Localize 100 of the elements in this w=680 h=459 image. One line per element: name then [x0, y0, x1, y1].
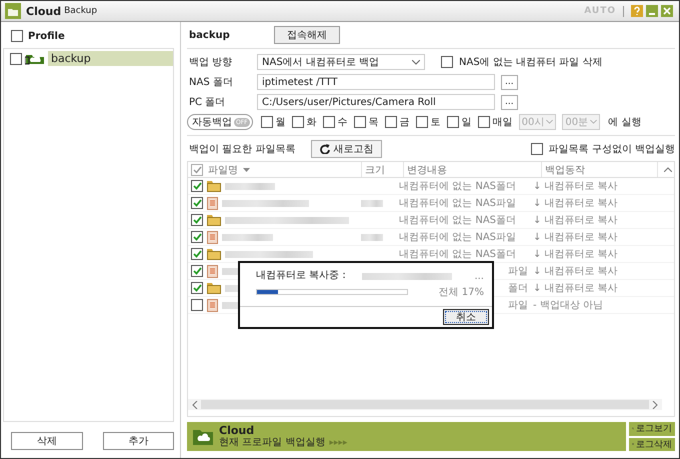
profile-header: Profile — [28, 30, 65, 42]
checkbox[interactable] — [292, 116, 304, 128]
app-subtitle: Backup — [64, 6, 98, 16]
cancel-button[interactable]: 취소 — [443, 309, 489, 325]
close-icon[interactable] — [661, 5, 673, 17]
field-label: 백업 방향 — [188, 56, 234, 69]
action-cell-text: ↓ 내컴퓨터로 복사 — [533, 248, 618, 261]
scroll-up-icon[interactable] — [664, 167, 672, 172]
refresh-icon — [320, 144, 330, 154]
profile-name: backup — [189, 30, 230, 40]
image-file-icon — [207, 196, 218, 210]
chevron-down-icon — [590, 120, 598, 124]
checkbox[interactable] — [11, 30, 23, 42]
redacted-text — [361, 234, 383, 240]
auto-mode-label: AUTO — [584, 6, 616, 16]
nas-folder-field[interactable]: iptimetest /TTT — [257, 74, 495, 90]
copy-status-label: 내컴퓨터로 복사중 : — [256, 270, 346, 282]
action-cell-text: ↓ 내컴퓨터로 복사 — [533, 282, 618, 295]
folder-cloud-icon — [193, 428, 213, 444]
add-button[interactable]: 추가 — [102, 432, 174, 450]
checkbox[interactable] — [191, 164, 203, 176]
action-cell-text: ↓ 내컴퓨터로 복사 — [533, 180, 618, 193]
day-label: 금 — [400, 116, 410, 129]
browse-button[interactable]: ... — [501, 74, 518, 90]
log-delete-button[interactable]: 로그삭제 — [629, 438, 675, 451]
refresh-button[interactable]: 새로고침 — [311, 140, 382, 158]
ellipsis-text: ... — [474, 270, 484, 282]
disconnect-button[interactable]: 접속해제 — [274, 26, 340, 44]
checkbox[interactable] — [478, 116, 490, 128]
sort-icon — [243, 168, 250, 172]
image-file-icon — [207, 230, 218, 244]
checkbox[interactable] — [416, 116, 428, 128]
change-cell-text: 내컴퓨터에 없는 NAS폴더 — [399, 248, 516, 261]
folder-icon — [207, 180, 221, 192]
change-cell-text: 파일 — [508, 265, 528, 278]
checkbox[interactable] — [441, 56, 453, 68]
file-list-title: 백업이 필요한 파일목록 — [189, 143, 296, 156]
arrows-text: ▸▸▸▸ — [329, 436, 348, 448]
checkbox[interactable] — [322, 116, 335, 128]
delete-button[interactable]: 삭제 — [11, 432, 82, 450]
option-label: 파일목록 구성없이 백업실행 — [548, 143, 675, 156]
scroll-right-icon[interactable] — [652, 400, 658, 408]
day-label: 토 — [430, 116, 441, 129]
log-view-button[interactable]: 로그보기 — [629, 422, 675, 436]
action-cell-text: - 백업대상 아님 — [533, 299, 603, 312]
image-file-icon — [207, 264, 218, 278]
image-file-icon — [207, 298, 218, 312]
column-header[interactable]: 변경내용 — [407, 162, 447, 176]
change-cell-text: 폴더 — [508, 282, 528, 295]
browse-button[interactable]: ... — [501, 94, 518, 110]
change-cell-text: 내컴퓨터에 없는 NAS폴더 — [399, 214, 516, 227]
progress-percent: 전체 17% — [438, 286, 484, 299]
horizontal-scrollbar[interactable] — [188, 399, 662, 410]
pc-folder-field[interactable]: C:/Users/user/Pictures/Camera Roll — [257, 94, 495, 110]
change-cell-text: 내컴퓨터에 없는 NAS파일 — [399, 231, 516, 244]
checkbox[interactable] — [446, 116, 459, 128]
folder-cloud-icon — [25, 52, 45, 65]
checkbox[interactable] — [10, 52, 22, 64]
action-cell-text: ↓ 내컴퓨터로 복사 — [533, 231, 618, 244]
checkbox[interactable] — [260, 116, 273, 128]
day-label: 목 — [368, 116, 379, 129]
checkbox[interactable] — [191, 231, 203, 243]
minimize-icon[interactable] — [646, 5, 658, 17]
direction-dropdown[interactable]: NAS에서 내컴퓨터로 백업 — [257, 54, 425, 70]
action-cell-text: ↓ 내컴퓨터로 복사 — [533, 197, 618, 210]
checkbox[interactable] — [191, 282, 203, 294]
action-cell-text: ↓ 내컴퓨터로 복사 — [533, 214, 618, 227]
profile-item[interactable]: backup — [48, 51, 173, 66]
column-header[interactable]: 크기 — [365, 162, 385, 176]
checkbox[interactable] — [384, 116, 397, 128]
change-cell-text: 파일 — [508, 299, 528, 312]
column-header[interactable]: 백업동작 — [545, 162, 585, 176]
bar-title: Cloud — [219, 424, 256, 436]
folder-icon — [207, 214, 221, 226]
day-label: 월 — [276, 116, 286, 129]
run-backup-bar[interactable]: Cloud 현재 프로파일 백업실행 ▸▸▸▸ — [187, 422, 626, 451]
checkbox[interactable] — [191, 180, 203, 192]
folder-icon — [207, 248, 221, 260]
field-label: PC 폴더 — [188, 96, 226, 109]
folder-icon — [207, 282, 221, 294]
day-label: 수 — [338, 116, 348, 129]
checkbox[interactable] — [191, 299, 203, 311]
action-cell-text: ↓ 내컴퓨터로 복사 — [533, 265, 618, 278]
scroll-left-icon[interactable] — [192, 400, 198, 408]
redacted-text — [361, 200, 383, 206]
app-title: Cloud — [26, 4, 62, 18]
run-label: 에 실행 — [608, 116, 642, 129]
checkbox[interactable] — [191, 265, 203, 277]
checkbox[interactable] — [354, 116, 366, 128]
redacted-text — [222, 234, 273, 240]
day-label: 화 — [306, 116, 317, 129]
change-cell-text: 내컴퓨터에 없는 NAS폴더 — [399, 180, 516, 193]
column-header[interactable]: 파일명 — [208, 162, 238, 176]
checkbox[interactable] — [191, 248, 203, 260]
checkbox[interactable] — [530, 143, 543, 155]
checkbox[interactable] — [191, 197, 203, 209]
checkbox[interactable] — [191, 214, 203, 226]
change-cell-text: 내컴퓨터에 없는 NAS파일 — [399, 197, 516, 210]
run-backup-label: 현재 프로파일 백업실행 — [219, 436, 326, 448]
redacted-text — [225, 182, 275, 190]
